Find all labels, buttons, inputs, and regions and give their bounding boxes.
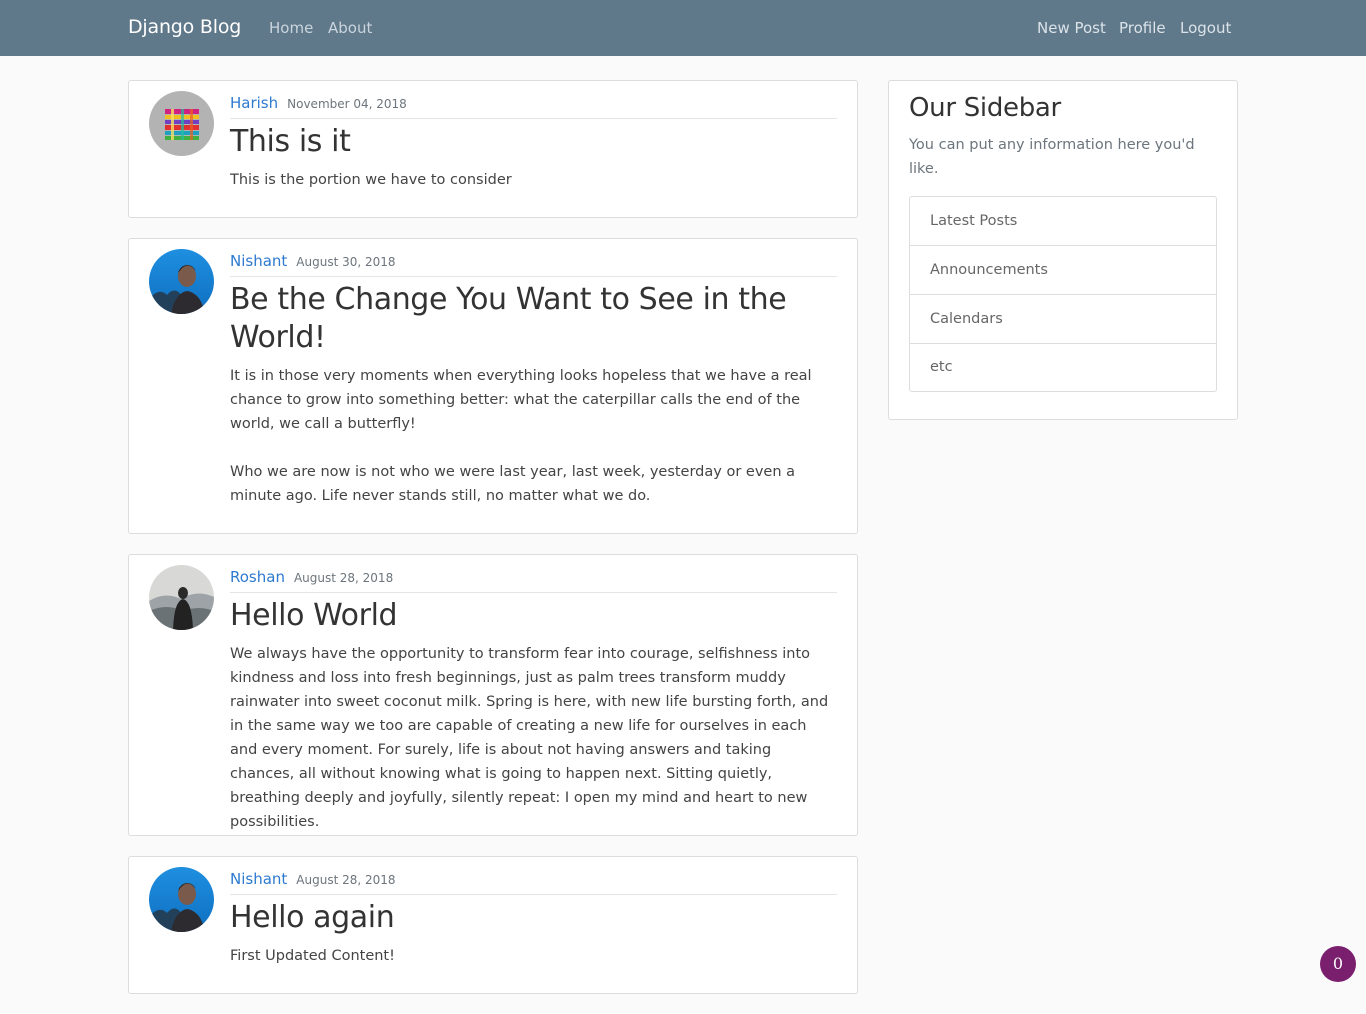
post-content: We always have the opportunity to transf… xyxy=(230,646,829,830)
post-card: Roshan August 28, 2018 Hello World We alw… xyxy=(128,554,858,836)
post-card: Harish November 04, 2018 This is it This … xyxy=(128,80,858,218)
post-card: Nishant August 28, 2018 Hello again First… xyxy=(128,856,858,994)
mountain-avatar-icon xyxy=(149,565,214,630)
sidebar-list: Latest Posts Announcements Calendars etc xyxy=(909,196,1217,392)
post-content: First Updated Content! xyxy=(230,948,395,964)
post-meta: Harish November 04, 2018 xyxy=(230,93,837,119)
post-title-link[interactable]: Hello again xyxy=(230,899,837,937)
nav-home-link[interactable]: Home xyxy=(269,19,313,37)
post-title-link[interactable]: This is it xyxy=(230,123,837,161)
nav-profile-link[interactable]: Profile xyxy=(1119,19,1166,37)
post-date: August 30, 2018 xyxy=(296,255,396,269)
nav-about-link[interactable]: About xyxy=(328,19,372,37)
sidebar-item-announcements[interactable]: Announcements xyxy=(910,246,1216,295)
nav-new-post-link[interactable]: New Post xyxy=(1037,19,1106,37)
sidebar: Our Sidebar You can put any information … xyxy=(888,80,1238,420)
sidebar-title: Our Sidebar xyxy=(909,93,1061,123)
post-card: Nishant August 30, 2018 Be the Change You… xyxy=(128,238,858,534)
author-link[interactable]: Nishant xyxy=(230,252,287,270)
post-date: August 28, 2018 xyxy=(293,571,394,585)
post-meta: Nishant August 28, 2018 xyxy=(230,869,837,895)
notification-badge-button[interactable]: 0 xyxy=(1320,946,1356,982)
pattern-avatar-icon xyxy=(149,91,214,156)
author-link[interactable]: Roshan xyxy=(230,568,285,586)
post-meta: Roshan August 28, 2018 xyxy=(230,567,837,593)
post-content: This is the portion we have to consider xyxy=(230,172,512,188)
post-title-link[interactable]: Be the Change You Want to See in the Wor… xyxy=(230,281,837,357)
post-date: November 04, 2018 xyxy=(287,97,407,111)
sidebar-item-calendars[interactable]: Calendars xyxy=(910,295,1216,344)
post-content: It is in those very moments when everyth… xyxy=(230,368,812,504)
nav-logout-link[interactable]: Logout xyxy=(1180,19,1231,37)
sidebar-item-latest-posts[interactable]: Latest Posts xyxy=(910,197,1216,246)
author-link[interactable]: Nishant xyxy=(230,870,287,888)
post-meta: Nishant August 30, 2018 xyxy=(230,251,837,277)
post-title-link[interactable]: Hello World xyxy=(230,597,837,635)
author-link[interactable]: Harish xyxy=(230,94,278,112)
top-navbar: Django Blog Home About New Post Profile … xyxy=(0,0,1366,56)
portrait-avatar-icon xyxy=(149,867,214,932)
brand-link[interactable]: Django Blog xyxy=(128,16,241,38)
sidebar-item-etc[interactable]: etc xyxy=(910,344,1216,391)
sidebar-description: You can put any information here you'd l… xyxy=(909,137,1195,177)
portrait-avatar-icon xyxy=(149,249,214,314)
post-date: August 28, 2018 xyxy=(296,873,396,887)
